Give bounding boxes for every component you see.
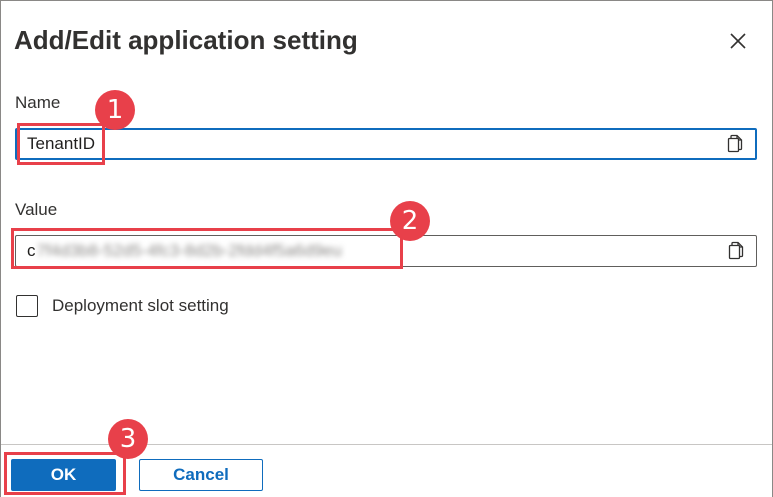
deployment-slot-checkbox[interactable] bbox=[16, 295, 38, 317]
dialog-title: Add/Edit application setting bbox=[14, 25, 358, 55]
name-input-value: TenantID bbox=[27, 134, 96, 153]
close-button[interactable] bbox=[723, 26, 753, 56]
name-input[interactable]: TenantID bbox=[15, 128, 757, 160]
close-icon bbox=[730, 33, 746, 49]
deployment-slot-row: Deployment slot setting bbox=[16, 295, 229, 317]
cancel-button[interactable]: Cancel bbox=[139, 459, 263, 491]
name-label: Name bbox=[15, 93, 61, 112]
copy-icon bbox=[727, 134, 743, 153]
value-input-obscured: 7f4d3b8-52d5-4fc3-8d2b-2fdd4f5a6d9eu bbox=[36, 241, 342, 260]
ok-button[interactable]: OK bbox=[11, 459, 116, 491]
add-edit-setting-dialog: Add/Edit application setting Name Tenant… bbox=[0, 0, 773, 497]
copy-name-button[interactable] bbox=[723, 132, 747, 156]
deployment-slot-label: Deployment slot setting bbox=[52, 296, 229, 315]
copy-value-button[interactable] bbox=[724, 239, 748, 263]
value-input[interactable]: c 7f4d3b8-52d5-4fc3-8d2b-2fdd4f5a6d9eu bbox=[15, 235, 757, 267]
copy-icon bbox=[728, 241, 744, 260]
value-label: Value bbox=[15, 200, 58, 219]
value-input-prefix: c bbox=[27, 241, 36, 260]
dialog-footer: OK Cancel bbox=[1, 444, 772, 497]
